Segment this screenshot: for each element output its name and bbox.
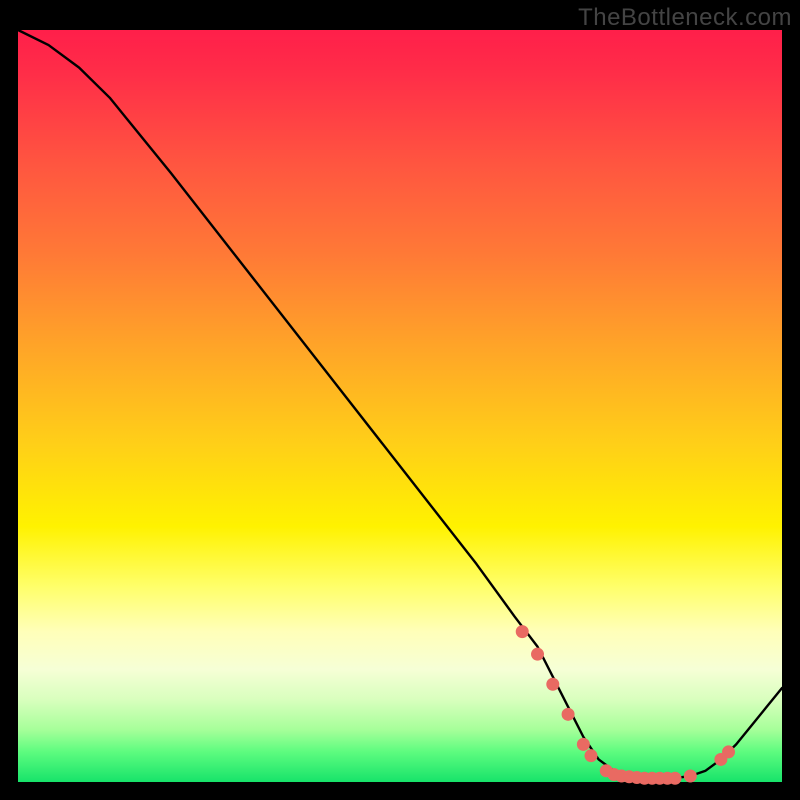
marker-dot [669,772,681,784]
bottleneck-curve [18,30,782,778]
marker-dot [723,746,735,758]
marker-dot [585,750,597,762]
plot-area [18,30,782,782]
chart-frame: TheBottleneck.com [0,0,800,800]
curve-svg [18,30,782,782]
marker-dot [684,770,696,782]
marker-dot [547,678,559,690]
marker-dot [562,708,574,720]
marker-dots [516,626,734,785]
marker-dot [532,648,544,660]
watermark-text: TheBottleneck.com [578,4,792,32]
marker-dot [577,738,589,750]
plot-inner [18,30,782,782]
marker-dot [516,626,528,638]
